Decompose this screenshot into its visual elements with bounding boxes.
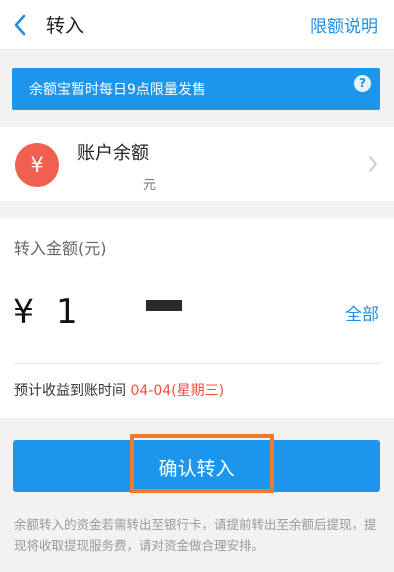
confirm-transfer-button[interactable]: 确认转入 [13, 434, 380, 493]
notice-banner: 余额宝暂时每日9点限量发售 ? [12, 68, 380, 110]
footnote-text: 余额转入的资金若需转出至银行卡，请提前转出至余额后提现，提现将收取提现服务费，请… [14, 517, 377, 553]
help-icon[interactable]: ? [354, 75, 371, 92]
amount-input[interactable]: 1 [56, 288, 326, 332]
yen-icon: ¥ [15, 143, 59, 187]
confirm-label: 确认转入 [158, 458, 235, 480]
arrival-date: 04-04(星期三) [130, 383, 225, 399]
limit-info-link[interactable]: 限额说明 [310, 12, 378, 37]
account-balance-row[interactable]: ¥ 账户余额 元 [0, 127, 394, 239]
balance-value: 元 [77, 174, 223, 239]
divider [14, 363, 380, 364]
chevron-right-icon [369, 156, 377, 172]
page-title: 转入 [46, 15, 85, 37]
notice-text: 余额宝暂时每日9点限量发售 [29, 82, 206, 98]
estimated-arrival: 预计收益到账时间 04-04(星期三) [14, 380, 224, 400]
transfer-all-link[interactable]: 全部 [345, 300, 379, 325]
balance-unit: 元 [143, 178, 157, 193]
arrival-label: 预计收益到账时间 [14, 383, 131, 399]
back-arrow-icon[interactable] [12, 13, 28, 37]
amount-redaction [146, 300, 182, 311]
nav-header: 转入 限额说明 [0, 0, 394, 50]
currency-symbol: ¥ [13, 292, 34, 331]
amount-section: 转入金额(元) ¥ 1 全部 预计收益到账时间 04-04(星期三) [0, 218, 394, 418]
balance-label: 账户余额 [77, 143, 149, 164]
amount-value: 1 [56, 292, 78, 332]
amount-label: 转入金额(元) [14, 239, 107, 258]
